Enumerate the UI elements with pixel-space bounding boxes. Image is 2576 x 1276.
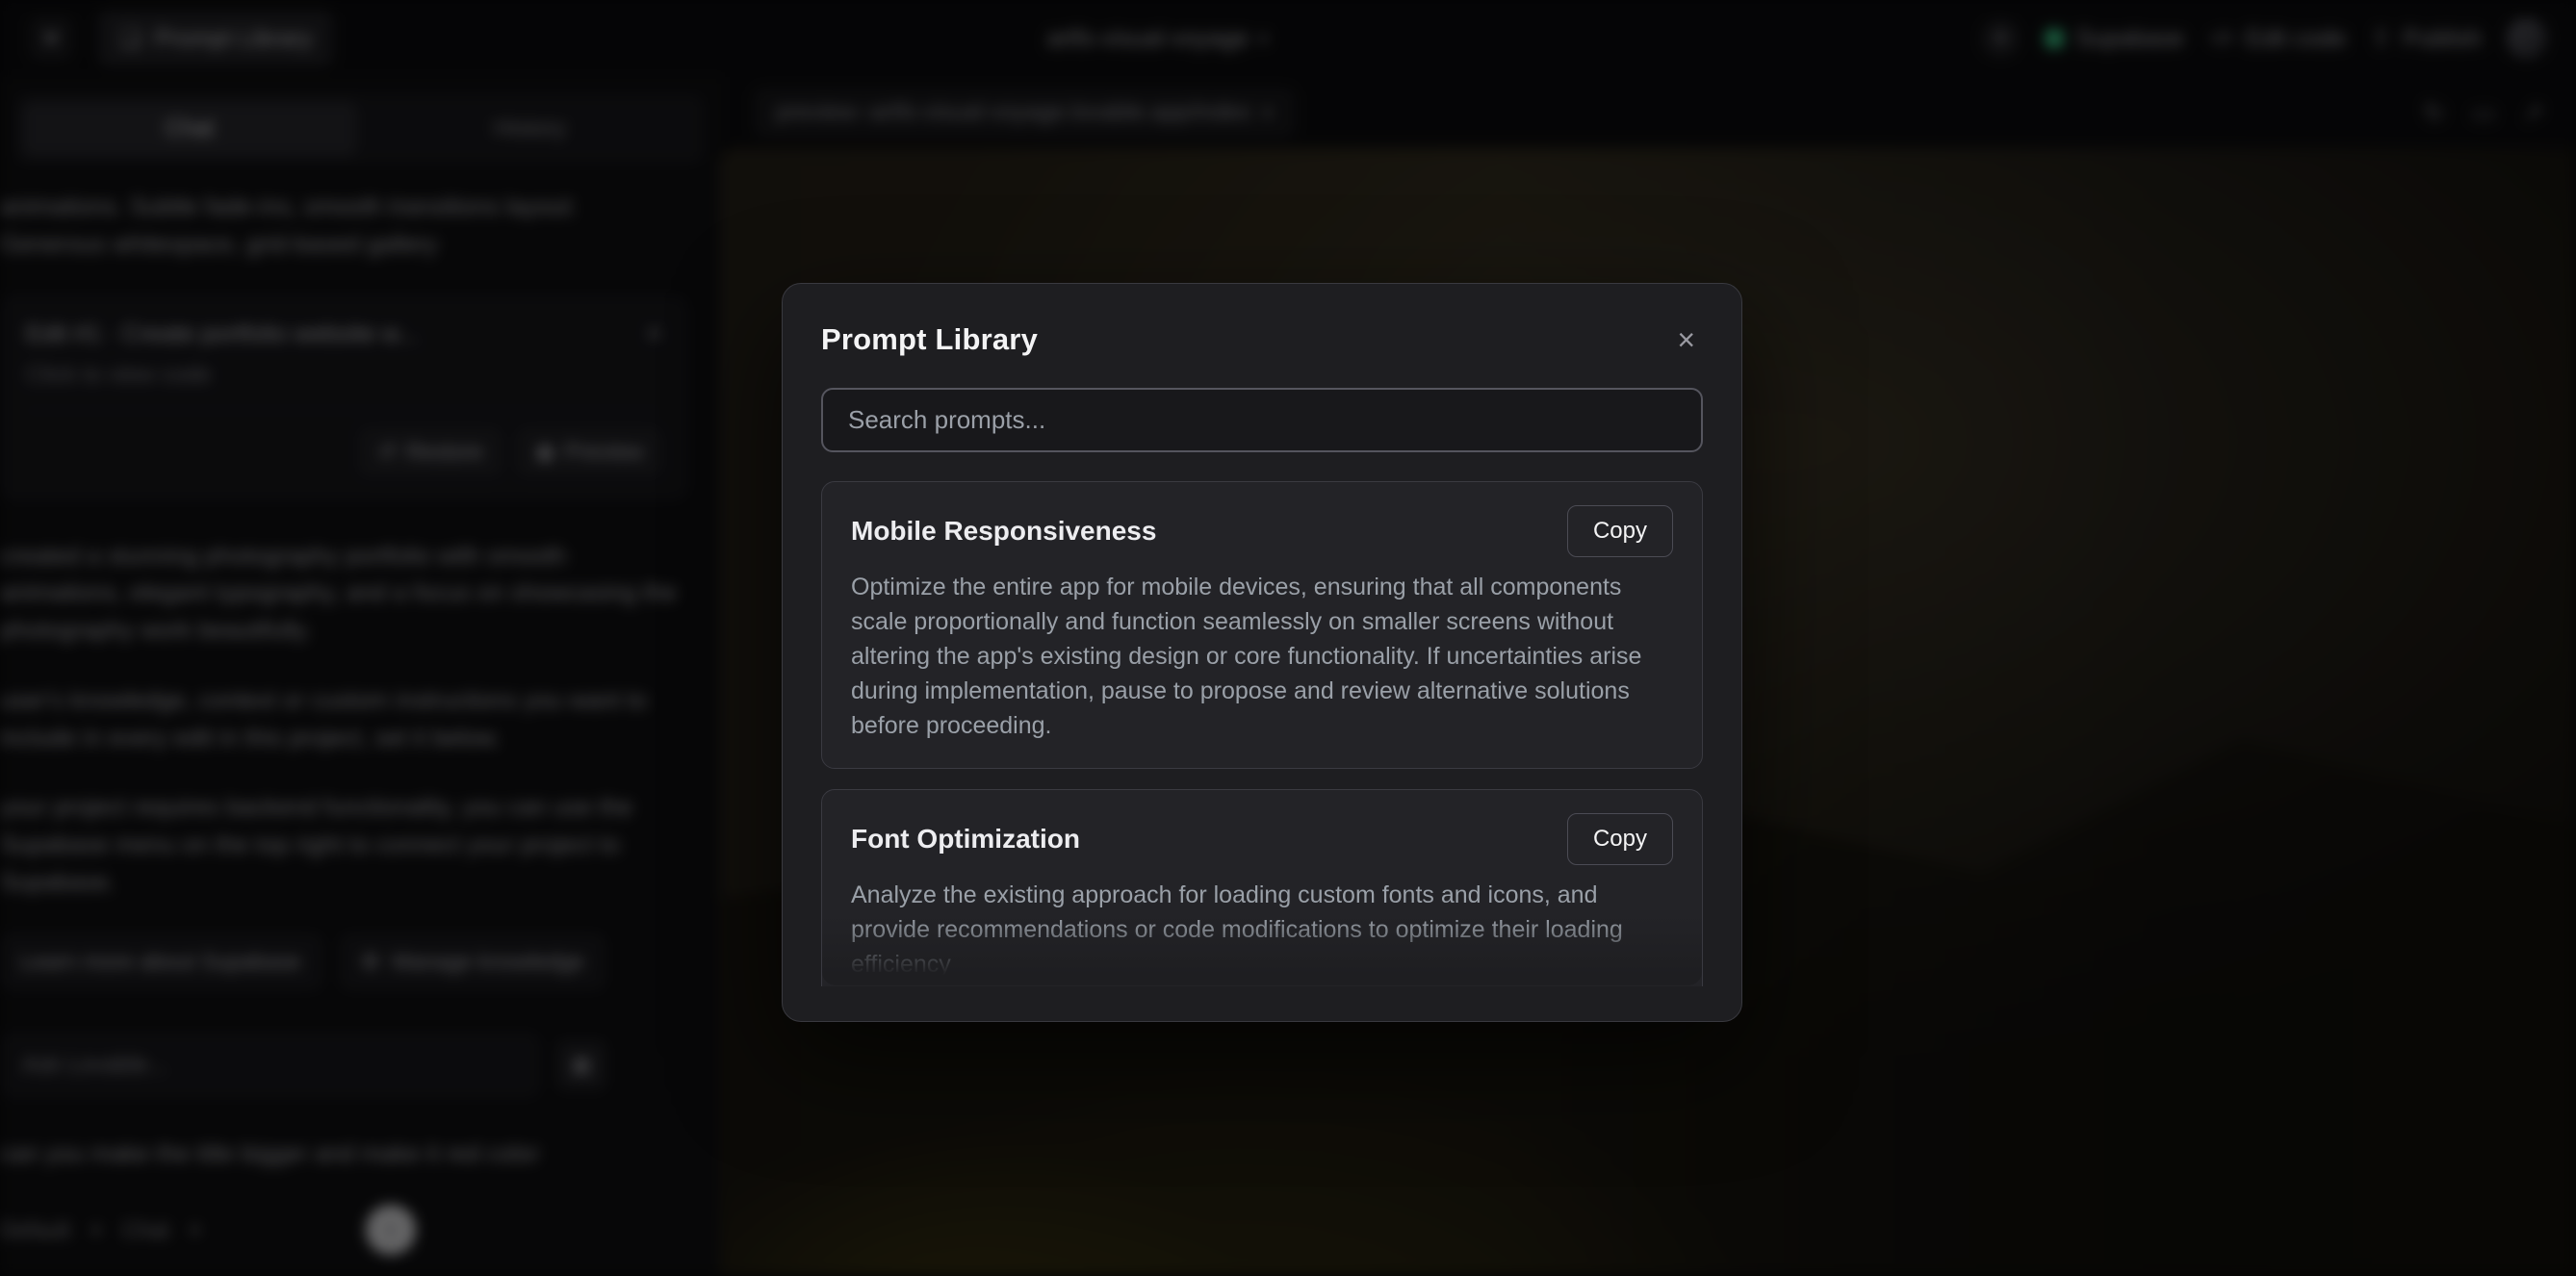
copy-button[interactable]: Copy <box>1567 505 1673 557</box>
prompt-card-font-optimization: Font Optimization Copy Analyze the exist… <box>821 789 1703 986</box>
prompt-description: Optimize the entire app for mobile devic… <box>851 570 1673 743</box>
prompt-title: Font Optimization <box>851 824 1080 855</box>
modal-title: Prompt Library <box>821 322 1038 357</box>
prompt-list[interactable]: Mobile Responsiveness Copy Optimize the … <box>821 481 1703 986</box>
app-window: ♥ ❏ Prompt Library artfs-visual-voyage ▾… <box>0 0 2576 1276</box>
prompt-description: Analyze the existing approach for loadin… <box>851 878 1673 982</box>
close-icon[interactable]: × <box>1669 320 1703 359</box>
copy-button[interactable]: Copy <box>1567 813 1673 865</box>
prompt-title: Mobile Responsiveness <box>851 516 1156 547</box>
prompt-card-mobile-responsiveness: Mobile Responsiveness Copy Optimize the … <box>821 481 1703 769</box>
prompt-library-modal: Prompt Library × Mobile Responsiveness C… <box>782 283 1742 1022</box>
search-input[interactable] <box>821 388 1703 452</box>
